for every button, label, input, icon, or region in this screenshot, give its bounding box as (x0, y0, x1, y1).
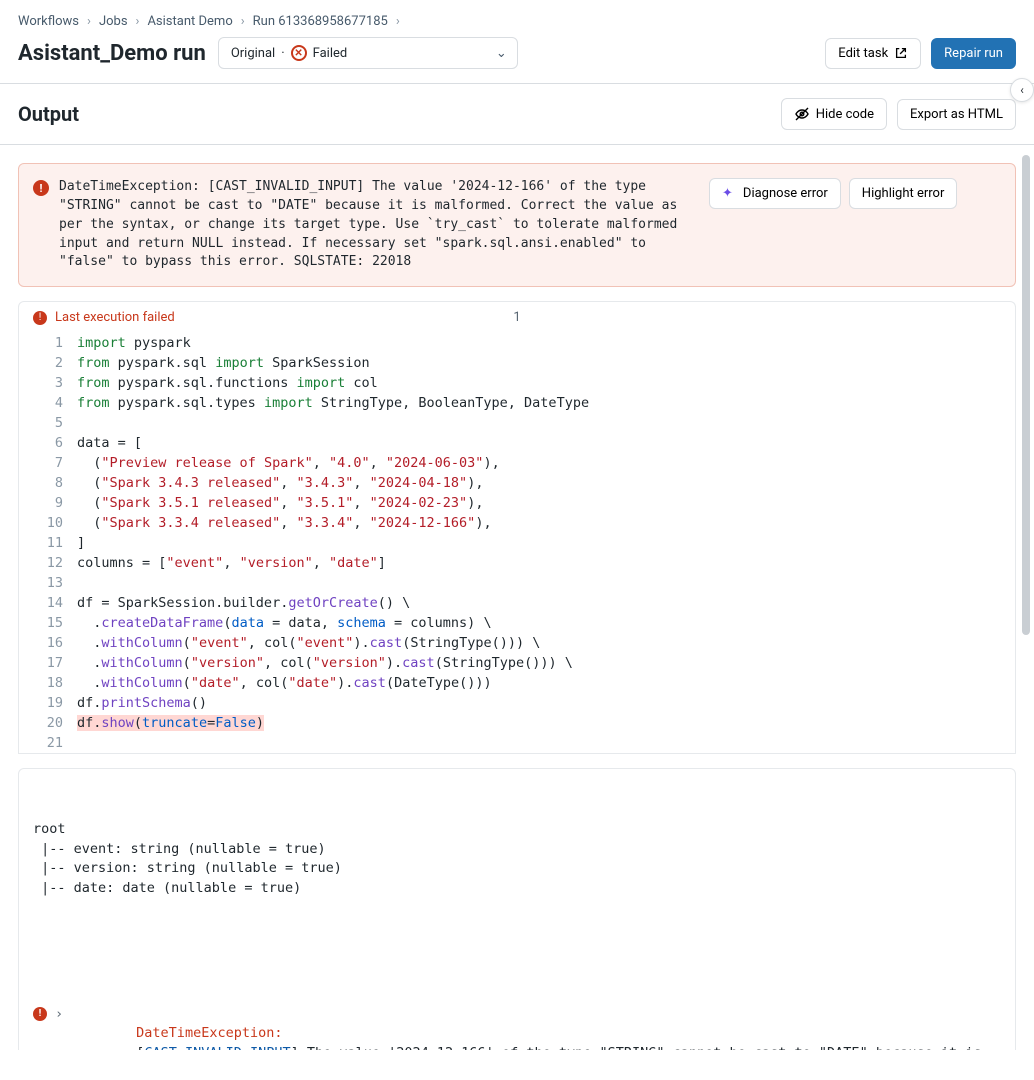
collapse-panel-button[interactable]: ‹ (1010, 78, 1034, 102)
output-content: ! DateTimeException: [CAST_INVALID_INPUT… (0, 145, 1034, 1050)
top-bar: Workflows › Jobs › Asistant Demo › Run 6… (0, 0, 1034, 84)
page-title: Asistant_Demo run (18, 41, 206, 66)
exception-name: DateTimeException: (136, 1025, 282, 1041)
crumb-run[interactable]: Run 613368958677185 (253, 14, 388, 29)
highlight-error-button[interactable]: Highlight error (849, 178, 958, 209)
execution-status-label: Last execution failed (55, 310, 175, 325)
status-original: Original (231, 46, 275, 61)
chevron-right-icon: › (87, 14, 91, 29)
external-link-icon (894, 46, 908, 60)
output-block: root |-- event: string (nullable = true)… (18, 768, 1016, 1050)
error-banner: ! DateTimeException: [CAST_INVALID_INPUT… (18, 163, 1016, 287)
crumb-jobs[interactable]: Jobs (99, 14, 128, 29)
edit-task-button[interactable]: Edit task (825, 38, 921, 69)
chevron-right-icon: › (396, 14, 400, 29)
scrollbar-thumb[interactable] (1022, 155, 1030, 635)
chevron-down-icon: ⌄ (496, 46, 507, 61)
eye-off-icon (794, 106, 810, 122)
schema-output: root |-- event: string (nullable = true)… (33, 820, 1001, 898)
expand-traceback-button[interactable]: › (55, 1005, 63, 1025)
hide-code-button[interactable]: Hide code (781, 98, 887, 130)
execution-status-bar: ! Last execution failed 1 (18, 301, 1016, 333)
status-label: Failed (313, 46, 348, 61)
edit-task-label: Edit task (838, 46, 888, 61)
error-icon: ! (33, 180, 49, 196)
crumb-workflows[interactable]: Workflows (18, 14, 79, 29)
hide-code-label: Hide code (816, 107, 874, 122)
output-title: Output (18, 102, 79, 126)
run-version-selector[interactable]: Original · ✕ Failed ⌄ (218, 37, 518, 69)
code-block: 1import pyspark2from pyspark.sql import … (18, 333, 1016, 754)
error-message: DateTimeException: [CAST_INVALID_INPUT] … (59, 178, 699, 272)
error-icon: ! (33, 311, 47, 325)
chevron-right-icon: › (136, 14, 140, 29)
error-code-link[interactable]: CAST_INVALID_INPUT (144, 1045, 290, 1050)
error-icon: ! (33, 1007, 47, 1021)
repair-run-button[interactable]: Repair run (931, 38, 1016, 69)
cell-counter: 1 (513, 310, 520, 325)
breadcrumb: Workflows › Jobs › Asistant Demo › Run 6… (18, 14, 1016, 29)
failed-icon: ✕ (291, 45, 307, 61)
output-bar: Output Hide code Export as HTML ‹ (0, 84, 1034, 145)
traceback-text: DateTimeException: [CAST_INVALID_INPUT] … (71, 1005, 1001, 1050)
title-row: Asistant_Demo run Original · ✕ Failed ⌄ … (18, 37, 1016, 69)
crumb-asistant-demo[interactable]: Asistant Demo (147, 14, 232, 29)
chevron-right-icon: › (241, 14, 245, 29)
export-html-button[interactable]: Export as HTML (897, 99, 1016, 130)
diagnose-error-button[interactable]: Diagnose error (709, 178, 841, 209)
